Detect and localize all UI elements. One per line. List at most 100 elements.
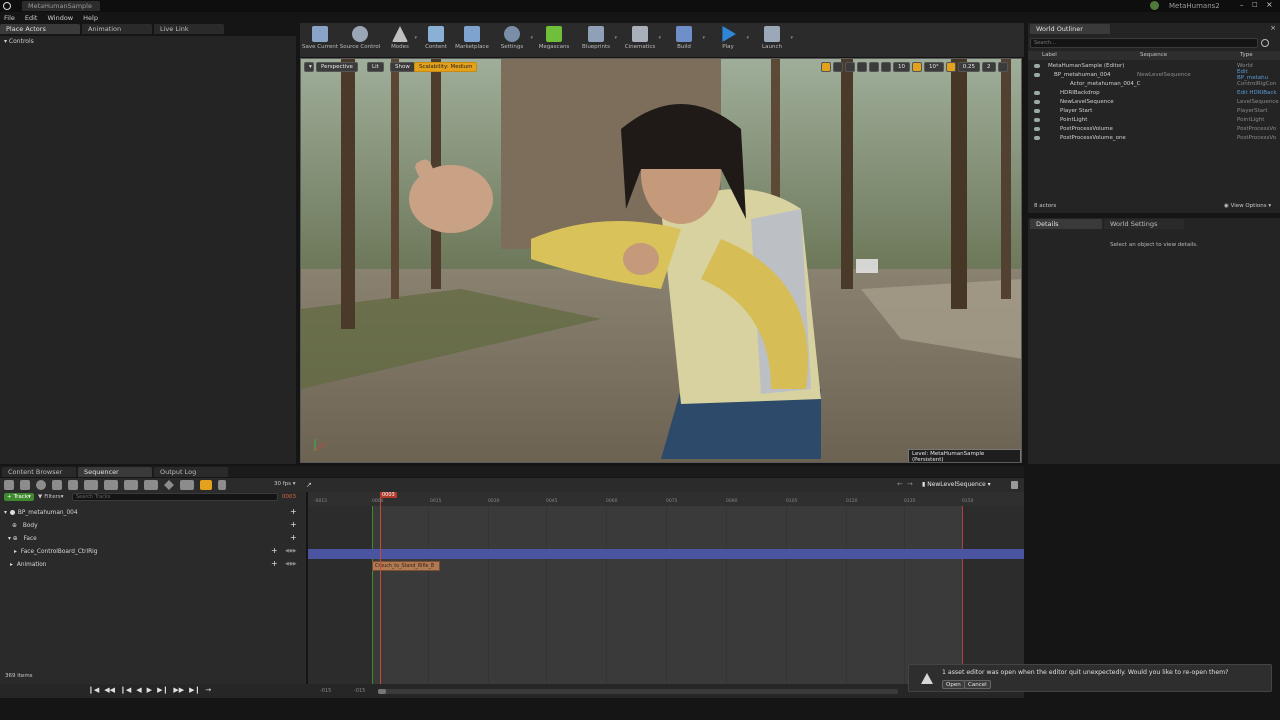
- eye-icon[interactable]: [1034, 126, 1040, 131]
- outliner-search-input[interactable]: Search...: [1030, 38, 1258, 48]
- go-to-start-icon[interactable]: ❙◀: [88, 686, 99, 694]
- build-button[interactable]: Build ▾: [662, 23, 706, 57]
- column-label[interactable]: Label: [1042, 52, 1057, 58]
- tools-icon[interactable]: [84, 480, 98, 490]
- playback-icon[interactable]: [124, 480, 138, 490]
- project-tab[interactable]: MetaHumanSample: [22, 1, 100, 11]
- eye-icon[interactable]: [1034, 108, 1040, 113]
- camera-speed-button[interactable]: 2: [982, 62, 996, 72]
- menu-help[interactable]: Help: [83, 14, 98, 22]
- scale-snap-icon[interactable]: [945, 62, 956, 72]
- play-button[interactable]: Play ▾: [706, 23, 750, 57]
- search-icon[interactable]: [1261, 39, 1269, 47]
- minimize-button[interactable]: –: [1240, 1, 1244, 9]
- go-to-end-icon[interactable]: ▶❙: [189, 686, 200, 694]
- world-local-icon[interactable]: [857, 62, 867, 72]
- fps-button[interactable]: 30 fps ▾: [274, 481, 296, 487]
- add-icon[interactable]: +: [290, 533, 297, 542]
- grid-size-button[interactable]: 10: [893, 62, 910, 72]
- maximize-viewport-icon[interactable]: [997, 62, 1008, 72]
- outliner-row[interactable]: BP_metahuman_004 NewLevelSequence Edit BP_…: [1028, 69, 1280, 81]
- eye-icon[interactable]: [1034, 117, 1040, 122]
- tab-place-actors[interactable]: Place Actors: [0, 24, 80, 34]
- previous-key-icon[interactable]: ◀◀: [104, 686, 115, 694]
- sequence-name[interactable]: ▮ NewLevelSequence ▾: [922, 481, 991, 488]
- blueprints-button[interactable]: Blueprints ▾: [574, 23, 618, 57]
- angle-snap-icon[interactable]: [912, 62, 922, 72]
- play-reverse-icon[interactable]: ◀: [136, 686, 141, 694]
- end-frame[interactable]: -015: [354, 688, 365, 694]
- show-button[interactable]: Show: [390, 62, 415, 72]
- eye-icon[interactable]: [1034, 90, 1040, 95]
- add-icon[interactable]: +: [290, 507, 297, 516]
- close-icon[interactable]: ×: [1270, 24, 1276, 32]
- source-control-button[interactable]: Source Control: [338, 23, 382, 57]
- key-nav-icon[interactable]: ◀◆▶: [285, 548, 297, 554]
- content-button[interactable]: Content: [418, 23, 454, 57]
- tab-output-log[interactable]: Output Log: [154, 467, 228, 477]
- playhead[interactable]: [380, 492, 381, 684]
- megascans-button[interactable]: Megascans: [534, 23, 574, 57]
- time-ruler[interactable]: -0015 0000 0015 0030 0045 0060 0075 0090…: [308, 492, 1024, 506]
- tab-world-settings[interactable]: World Settings: [1104, 219, 1184, 229]
- forward-icon[interactable]: →: [907, 480, 913, 488]
- cinematics-button[interactable]: Cinematics ▾: [618, 23, 662, 57]
- next-key-icon[interactable]: ▶▶: [173, 686, 184, 694]
- track-row-controlrig[interactable]: ▸ Face_ControlBoard_CtrlRig + ◀◆▶: [0, 545, 306, 558]
- row-type-link[interactable]: Edit HDRIBack: [1237, 90, 1277, 96]
- play-icon[interactable]: ▶: [147, 686, 152, 694]
- view-options-button[interactable]: ◉ View Options ▾: [1224, 203, 1271, 209]
- step-forward-icon[interactable]: ▶❙: [157, 686, 168, 694]
- world-outliner-tab[interactable]: World Outliner: [1030, 24, 1110, 34]
- sequencer-timeline[interactable]: -0015 0000 0015 0030 0045 0060 0075 0090…: [308, 492, 1024, 684]
- tab-content-browser[interactable]: Content Browser: [2, 467, 76, 477]
- outliner-row[interactable]: Player Start PlayerStart: [1028, 106, 1280, 115]
- step-back-icon[interactable]: ❙◀: [120, 686, 131, 694]
- timeline-scrollbar[interactable]: [378, 689, 898, 694]
- column-sequence[interactable]: Sequence: [1140, 52, 1167, 58]
- film-icon[interactable]: [52, 480, 62, 490]
- track-row-face[interactable]: ▾ ⊕ Face +: [0, 532, 306, 545]
- settings-button[interactable]: Settings ▾: [490, 23, 534, 57]
- end-marker[interactable]: [962, 506, 963, 684]
- key-icon[interactable]: [144, 480, 158, 490]
- eye-icon[interactable]: [1034, 72, 1040, 77]
- key-nav-icon[interactable]: ◀◆▶: [285, 561, 297, 567]
- menu-window[interactable]: Window: [47, 14, 73, 22]
- translate-icon[interactable]: [821, 62, 831, 72]
- viewport-options-button[interactable]: ▾: [304, 62, 314, 72]
- close-button[interactable]: ×: [1266, 0, 1273, 9]
- track-search-input[interactable]: Search Tracks: [72, 493, 278, 501]
- timeline-scrollbar-thumb[interactable]: [378, 689, 386, 694]
- add-track-button[interactable]: + Track ▾: [4, 493, 34, 501]
- pencil-icon[interactable]: [180, 480, 194, 490]
- perspective-button[interactable]: Perspective: [316, 62, 358, 72]
- add-icon[interactable]: +: [271, 546, 278, 555]
- outliner-row[interactable]: HDRIBackdrop Edit HDRIBack: [1028, 88, 1280, 97]
- world-icon[interactable]: [4, 480, 14, 490]
- outliner-row[interactable]: PostProcessVolume_one PostProcessVo: [1028, 133, 1280, 142]
- save-current-button[interactable]: Save Current: [302, 23, 338, 57]
- angle-size-button[interactable]: 10°: [924, 62, 944, 72]
- surface-snap-icon[interactable]: [869, 62, 879, 72]
- outliner-row[interactable]: Actor_metahuman_004_C ControlRigCon: [1028, 79, 1280, 88]
- curve-editor-icon[interactable]: ↗: [306, 481, 312, 489]
- keyframe-icon[interactable]: [164, 480, 174, 490]
- outliner-row[interactable]: PointLight PointLight: [1028, 115, 1280, 124]
- face-track-bar[interactable]: [308, 549, 1024, 559]
- scalability-button[interactable]: Scalability: Medium: [414, 62, 478, 72]
- rotate-icon[interactable]: [833, 62, 843, 72]
- track-row-actor[interactable]: ▾ BP_metahuman_004 +: [0, 506, 306, 519]
- menu-edit[interactable]: Edit: [25, 14, 38, 22]
- tab-details[interactable]: Details: [1030, 219, 1102, 229]
- outliner-row[interactable]: PostProcessVolume PostProcessVo: [1028, 124, 1280, 133]
- view-icon[interactable]: [104, 480, 118, 490]
- loop-icon[interactable]: →: [205, 686, 211, 694]
- start-frame[interactable]: -015: [320, 688, 331, 694]
- search-icon[interactable]: [36, 480, 46, 490]
- lock-icon[interactable]: [1011, 481, 1018, 489]
- track-row-body[interactable]: ⊕ Body +: [0, 519, 306, 532]
- menu-file[interactable]: File: [4, 14, 15, 22]
- modes-button[interactable]: Modes ▾: [382, 23, 418, 57]
- tab-sequencer[interactable]: Sequencer: [78, 467, 152, 477]
